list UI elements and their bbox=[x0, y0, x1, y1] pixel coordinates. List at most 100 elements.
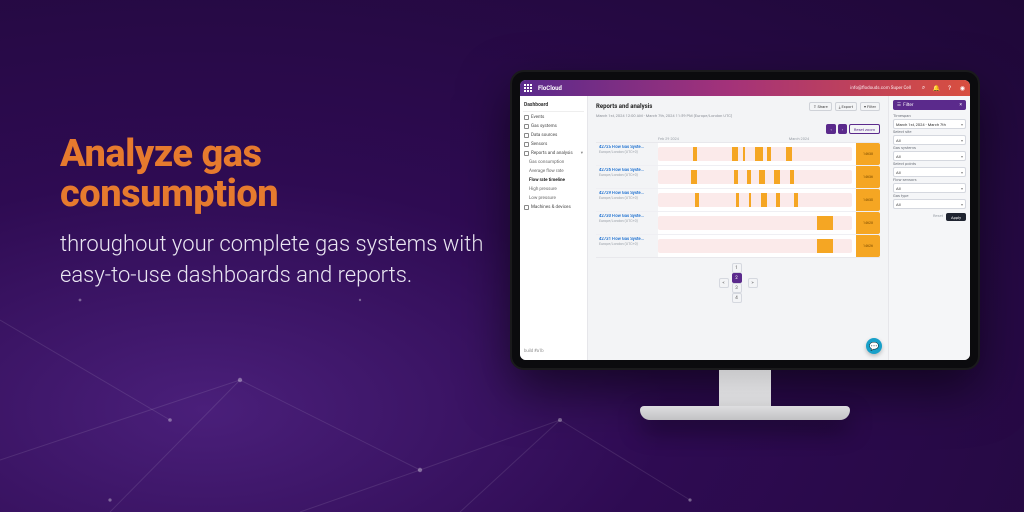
timeline-segment[interactable] bbox=[794, 193, 798, 207]
timeline-segment[interactable] bbox=[817, 239, 833, 253]
page-number[interactable]: 4 bbox=[732, 293, 742, 303]
brand-name: FloCloud bbox=[538, 85, 562, 92]
sidebar-subitem[interactable]: Low pressure bbox=[523, 194, 584, 203]
series-sub: Europe/London (UTC+0) bbox=[599, 219, 655, 223]
sidebar-subitem[interactable]: Gas consumption bbox=[523, 158, 584, 167]
filter-field: Select pointsAll bbox=[893, 161, 966, 177]
filter-field: Select siteAll bbox=[893, 129, 966, 145]
sidebar-item[interactable]: Sensors bbox=[523, 140, 584, 149]
sidebar-subitem[interactable]: High pressure bbox=[523, 185, 584, 194]
series-value: 14638 bbox=[856, 143, 880, 165]
series-value: 14630 bbox=[856, 189, 880, 211]
timeline-segment[interactable] bbox=[786, 147, 792, 161]
timeline-segment[interactable] bbox=[695, 193, 699, 207]
filter-field-label: Flow sensors bbox=[893, 177, 966, 182]
filter-select[interactable]: March 1st, 2024 - March 7th bbox=[893, 119, 966, 129]
filter-field-label: Gas systems bbox=[893, 145, 966, 150]
sidebar-subitem[interactable]: Average flow rate bbox=[523, 167, 584, 176]
filter-field: TimespanMarch 1st, 2024 - March 7th bbox=[893, 113, 966, 129]
export-button[interactable]: ⤓Export bbox=[835, 102, 857, 111]
page-number[interactable]: 1 bbox=[732, 263, 742, 273]
page-next[interactable]: > bbox=[748, 278, 758, 288]
chart-axis: Feb 29 2024March 2024 bbox=[596, 136, 880, 141]
help-icon[interactable]: ? bbox=[946, 85, 953, 92]
filter-select[interactable]: All bbox=[893, 151, 966, 161]
timeline-chart: ‹ › Reset zoom Feb 29 2024March 2024 427… bbox=[596, 124, 880, 303]
timeline-segment[interactable] bbox=[747, 170, 751, 184]
timeline-segment[interactable] bbox=[776, 193, 780, 207]
page-number[interactable]: 3 bbox=[732, 283, 742, 293]
filter-title: Filter bbox=[903, 103, 913, 108]
chart-prev-button[interactable]: ‹ bbox=[826, 124, 835, 134]
bell-icon[interactable]: 🔔 bbox=[933, 85, 940, 92]
timeline-segment[interactable] bbox=[693, 147, 697, 161]
timeline-segment[interactable] bbox=[755, 147, 763, 161]
sidebar-subitem[interactable]: Flow rate timeline bbox=[523, 176, 584, 185]
subheadline: throughout your complete gas systems wit… bbox=[60, 229, 500, 291]
sidebar-item-label: Gas systems bbox=[531, 124, 557, 129]
filter-field-label: Timespan bbox=[893, 113, 966, 118]
sidebar-item-label: Sensors bbox=[531, 142, 547, 147]
timeline-segment[interactable] bbox=[817, 216, 833, 230]
db-icon bbox=[524, 133, 529, 138]
close-icon[interactable]: × bbox=[959, 102, 962, 108]
sidebar-item[interactable]: Gas systems bbox=[523, 122, 584, 131]
sensor-icon bbox=[524, 142, 529, 147]
sidebar-header: Dashboard bbox=[523, 100, 584, 112]
filter-select[interactable]: All bbox=[893, 135, 966, 145]
timeline-segment[interactable] bbox=[759, 170, 765, 184]
filter-reset[interactable]: Reset bbox=[933, 213, 943, 221]
filter-apply-button[interactable]: Apply bbox=[946, 213, 966, 221]
user-icon[interactable]: ◉ bbox=[959, 85, 966, 92]
timeline-segment[interactable] bbox=[774, 170, 780, 184]
series-value: 14626 bbox=[856, 235, 880, 257]
chart-row: 42726 Flow Gas Syste...Europe/London (UT… bbox=[596, 165, 880, 188]
filter-select[interactable]: All bbox=[893, 167, 966, 177]
sidebar-item-label: Machines & devices bbox=[531, 205, 571, 210]
date-range-summary: March 1st, 2024 12:00 AM - March 7th, 20… bbox=[596, 113, 880, 118]
reset-zoom-button[interactable]: Reset zoom bbox=[849, 124, 880, 134]
sidebar-item[interactable]: Data sources bbox=[523, 131, 584, 140]
sidebar-item-label: Reports and analysis bbox=[531, 151, 573, 156]
sidebar-item[interactable]: Reports and analysis▾ bbox=[523, 149, 584, 158]
timeline-segment[interactable] bbox=[767, 147, 771, 161]
sidebar-footer: build #a1b bbox=[523, 347, 584, 356]
timeline-segment[interactable] bbox=[732, 147, 738, 161]
account-label[interactable]: info@flodouds.com Super Cell bbox=[850, 86, 911, 91]
filter-field: Flow sensorsAll bbox=[893, 177, 966, 193]
share-button[interactable]: ⇪Share bbox=[809, 102, 832, 111]
filter-field: Gas typeAll bbox=[893, 193, 966, 209]
chart-row: 42730 Flow Gas Syste...Europe/London (UT… bbox=[596, 211, 880, 234]
timeline-segment[interactable] bbox=[734, 170, 738, 184]
timeline-segment[interactable] bbox=[736, 193, 740, 207]
bolt-icon bbox=[524, 115, 529, 120]
apps-icon[interactable] bbox=[524, 84, 532, 92]
filter-select[interactable]: All bbox=[893, 199, 966, 209]
sidebar-item-label: Events bbox=[531, 115, 544, 120]
chart-row: 42729 Flow Gas Syste...Europe/London (UT… bbox=[596, 188, 880, 211]
timeline-segment[interactable] bbox=[691, 170, 697, 184]
headline: Analyze gas consumption bbox=[60, 135, 500, 215]
app-topbar: FloCloud info@flodouds.com Super Cell ⌕ … bbox=[520, 80, 970, 96]
page-number[interactable]: 2 bbox=[732, 273, 742, 283]
series-value: 14628 bbox=[856, 212, 880, 234]
filter-icon: ☰ bbox=[897, 103, 901, 108]
timeline-segment[interactable] bbox=[743, 147, 745, 161]
timeline-segment[interactable] bbox=[790, 170, 794, 184]
filter-field-label: Select site bbox=[893, 129, 966, 134]
sidebar-item[interactable]: Machines & devices bbox=[523, 203, 584, 212]
page-prev[interactable]: < bbox=[719, 278, 729, 288]
sidebar-item[interactable]: Events bbox=[523, 113, 584, 122]
series-value: 14636 bbox=[856, 166, 880, 188]
timeline-segment[interactable] bbox=[761, 193, 767, 207]
search-icon[interactable]: ⌕ bbox=[920, 85, 927, 92]
filter-select[interactable]: All bbox=[893, 183, 966, 193]
filter-field: Gas systemsAll bbox=[893, 145, 966, 161]
filter-panel: ☰Filter × TimespanMarch 1st, 2024 - Marc… bbox=[888, 96, 970, 360]
product-monitor: FloCloud info@flodouds.com Super Cell ⌕ … bbox=[510, 70, 980, 420]
chat-fab[interactable]: 💬 bbox=[866, 338, 882, 354]
timeline-segment[interactable] bbox=[749, 193, 751, 207]
chart-next-button[interactable]: › bbox=[838, 124, 847, 134]
series-sub: Europe/London (UTC+0) bbox=[599, 242, 655, 246]
filter-button[interactable]: ▾Filter bbox=[860, 102, 880, 111]
